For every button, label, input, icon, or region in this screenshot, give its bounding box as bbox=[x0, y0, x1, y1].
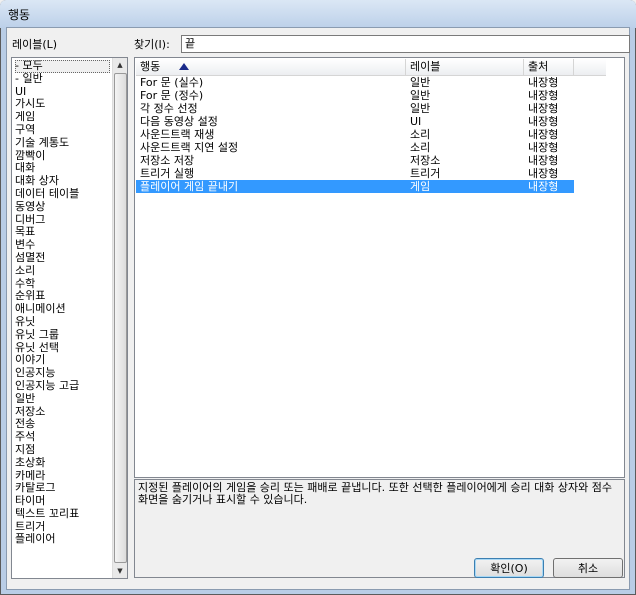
column-header-label[interactable]: 레이블 bbox=[406, 59, 524, 75]
cell-source: 내장형 bbox=[528, 102, 559, 115]
cell-source: 내장형 bbox=[528, 154, 559, 167]
title-bar[interactable]: 행동 bbox=[0, 0, 636, 28]
window-title: 행동 bbox=[8, 8, 31, 22]
scroll-thumb[interactable] bbox=[114, 73, 127, 563]
scroll-up-icon[interactable]: ▲ bbox=[113, 58, 127, 72]
category-item[interactable]: 유닛 선택 bbox=[15, 342, 110, 355]
table-row[interactable]: 플레이어 게임 끝내기 게임 내장형 bbox=[136, 180, 574, 193]
cell-action: 트리거 실행 bbox=[140, 167, 195, 180]
cell-action: 플레이어 게임 끝내기 bbox=[140, 180, 239, 193]
category-item[interactable]: 플레이어 bbox=[15, 533, 110, 546]
cell-source: 내장형 bbox=[528, 89, 559, 102]
category-item[interactable]: 텍스트 꼬리표 bbox=[15, 508, 110, 521]
description-text: 지정된 플레이어의 게임을 승리 또는 패배로 끝냅니다. 또한 선택한 플레이… bbox=[138, 481, 612, 506]
table-row[interactable]: 각 정수 선정 일반 내장형 bbox=[136, 102, 606, 115]
category-scrollbar[interactable]: ▲ ▼ bbox=[112, 58, 127, 578]
cell-label: 소리 bbox=[410, 128, 431, 141]
cell-source: 내장형 bbox=[528, 76, 559, 89]
table-row[interactable]: For 문 (실수) 일반 내장형 bbox=[136, 76, 606, 89]
category-item[interactable]: 가시도 bbox=[15, 98, 110, 111]
cell-action: 각 정수 선정 bbox=[140, 102, 198, 115]
category-item[interactable]: 디버그 bbox=[15, 214, 110, 227]
cell-label: 일반 bbox=[410, 89, 431, 102]
category-label: 레이블(L) bbox=[12, 38, 58, 51]
category-item[interactable]: 타이머 bbox=[15, 495, 110, 508]
category-item[interactable]: 수학 bbox=[15, 278, 110, 291]
category-item[interactable]: - 일반 bbox=[15, 73, 110, 86]
table-row[interactable]: 다음 동영상 설정 UI 내장형 bbox=[136, 115, 606, 128]
category-item[interactable]: 깜빡이 bbox=[15, 150, 110, 163]
category-item[interactable]: 기술 계통도 bbox=[15, 137, 110, 150]
cell-label: 일반 bbox=[410, 102, 431, 115]
sort-ascending-icon bbox=[179, 63, 189, 70]
scroll-down-icon[interactable]: ▼ bbox=[113, 564, 127, 578]
description-panel: 지정된 플레이어의 게임을 승리 또는 패배로 끝냅니다. 또한 선택한 플레이… bbox=[134, 479, 625, 578]
table-row[interactable]: 저장소 저장 저장소 내장형 bbox=[136, 154, 606, 167]
category-item[interactable]: 저장소 bbox=[15, 406, 110, 419]
category-item[interactable]: 소리 bbox=[15, 265, 110, 278]
cell-source: 내장형 bbox=[528, 128, 559, 141]
table-row[interactable]: 사운드트랙 지연 설정 소리 내장형 bbox=[136, 141, 606, 154]
category-list[interactable]: - 모두 - 일반 UI 가시도 게임 구역 기술 계통도 깜빡이 대화 대화 상자 데이터 테이블… bbox=[11, 57, 128, 579]
category-item[interactable]: 일반 bbox=[15, 393, 110, 406]
ok-button[interactable]: 확인(O) bbox=[474, 558, 544, 578]
cell-source: 내장형 bbox=[528, 115, 559, 128]
category-item[interactable]: 목표 bbox=[15, 226, 110, 239]
table-header: 행동 레이블 출처 bbox=[136, 59, 606, 76]
actions-table[interactable]: 행동 레이블 출처 For 문 (실수) 일반 내장형 For 문 (정수) 일반 내장형… bbox=[134, 57, 625, 478]
category-item[interactable]: - 모두 bbox=[15, 60, 110, 73]
category-item[interactable]: 변수 bbox=[15, 239, 110, 252]
category-item[interactable]: 대화 상자 bbox=[15, 175, 110, 188]
search-label: 찾기(I): bbox=[134, 38, 170, 51]
category-item[interactable]: 지점 bbox=[15, 444, 110, 457]
cell-action: 사운드트랙 지연 설정 bbox=[140, 141, 239, 154]
category-item[interactable]: 순위표 bbox=[15, 290, 110, 303]
column-header-action[interactable]: 행동 bbox=[136, 59, 406, 75]
cell-label: 저장소 bbox=[410, 154, 441, 167]
cell-source: 내장형 bbox=[528, 180, 559, 193]
cell-source: 내장형 bbox=[528, 141, 559, 154]
cell-action: For 문 (실수) bbox=[140, 76, 204, 89]
search-input[interactable]: 끝 bbox=[181, 35, 630, 53]
category-item[interactable]: 게임 bbox=[15, 111, 110, 124]
category-item[interactable]: 데이터 테이블 bbox=[15, 188, 110, 201]
category-item[interactable]: 트리거 bbox=[15, 521, 110, 534]
category-item[interactable]: 카탈로그 bbox=[15, 482, 110, 495]
category-item[interactable]: 동영상 bbox=[15, 201, 110, 214]
cell-label: 게임 bbox=[410, 180, 431, 193]
cell-label: 트리거 bbox=[410, 167, 441, 180]
cell-source: 내장형 bbox=[528, 167, 559, 180]
category-item[interactable]: 카메라 bbox=[15, 470, 110, 483]
category-item[interactable]: 이야기 bbox=[15, 354, 110, 367]
category-item[interactable]: 주석 bbox=[15, 431, 110, 444]
cell-label: 소리 bbox=[410, 141, 431, 154]
category-item[interactable]: 초상화 bbox=[15, 457, 110, 470]
category-item[interactable]: 전송 bbox=[15, 418, 110, 431]
cell-action: 저장소 저장 bbox=[140, 154, 195, 167]
cell-action: For 문 (정수) bbox=[140, 89, 204, 102]
cell-label: 일반 bbox=[410, 76, 431, 89]
dialog-client: 레이블(L) 찾기(I): 끝 - 모두 - 일반 UI 가시도 게임 구역 기술 계통도 깜… bbox=[6, 27, 630, 590]
category-item[interactable]: 인공지능 고급 bbox=[15, 380, 110, 393]
category-item[interactable]: 유닛 bbox=[15, 316, 110, 329]
category-item[interactable]: 구역 bbox=[15, 124, 110, 137]
cancel-button[interactable]: 취소 bbox=[553, 558, 623, 578]
cell-action: 사운드트랙 재생 bbox=[140, 128, 215, 141]
category-item[interactable]: 인공지능 bbox=[15, 367, 110, 380]
table-row[interactable]: 트리거 실행 트리거 내장형 bbox=[136, 167, 606, 180]
cell-action: 다음 동영상 설정 bbox=[140, 115, 218, 128]
category-item[interactable]: UI bbox=[15, 86, 110, 99]
table-row[interactable]: For 문 (정수) 일반 내장형 bbox=[136, 89, 606, 102]
category-item[interactable]: 애니메이션 bbox=[15, 303, 110, 316]
column-header-source[interactable]: 출처 bbox=[524, 59, 574, 75]
category-item[interactable]: 유닛 그룹 bbox=[15, 329, 110, 342]
category-item[interactable]: 대화 bbox=[15, 162, 110, 175]
table-row[interactable]: 사운드트랙 재생 소리 내장형 bbox=[136, 128, 606, 141]
category-item[interactable]: 섬멸전 bbox=[15, 252, 110, 265]
cell-label: UI bbox=[410, 115, 422, 128]
